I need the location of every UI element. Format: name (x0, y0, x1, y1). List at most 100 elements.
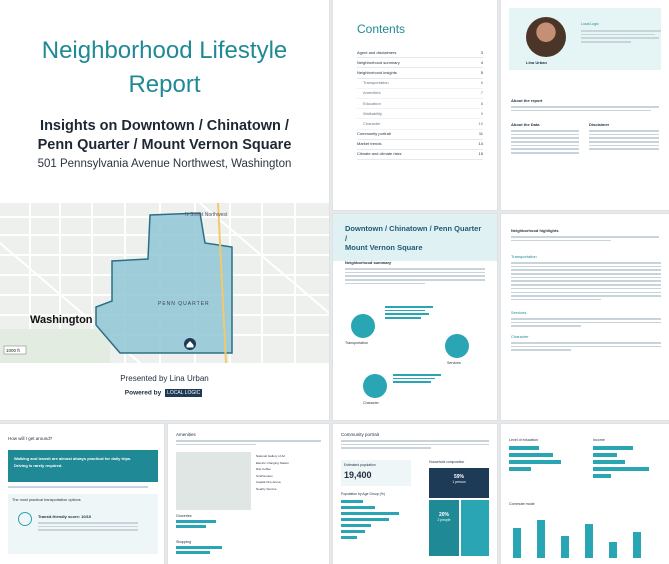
amenity-item: Smithsonian (256, 473, 273, 478)
agent-avatar (526, 17, 566, 57)
toc-subitem[interactable]: Education 8 (357, 99, 483, 110)
options-title: The most practical transportation option… (12, 498, 81, 502)
toc-subitem[interactable]: Transportation 6 (357, 79, 483, 89)
highlights-page: Neighborhood highlights Transportation S… (501, 214, 669, 420)
income-title: Income (593, 438, 605, 442)
agent-card: Lina Urban Local Logic (509, 8, 661, 70)
transport-title: How will I get around? (8, 436, 53, 441)
about-data-title: About the Data (511, 122, 540, 127)
transportation-icon (351, 314, 375, 338)
score-bars (385, 306, 433, 321)
commute-bar (537, 520, 545, 558)
tile-1-label: 1 person (452, 480, 466, 484)
age-bar (341, 512, 399, 515)
age-bar (341, 518, 389, 521)
household-tile-3 (461, 500, 489, 556)
household-tile-1: 59% 1 person (429, 468, 489, 498)
powered-by-label: Powered by (124, 389, 162, 397)
toc-page: 11 (478, 131, 483, 137)
transit-score: Transit-friendly score: 10/10 (38, 514, 92, 519)
neighborhood-title-1: Downtown / Chinatown / Penn Quarter / (345, 224, 482, 243)
amenities-page: Amenities National Gallery of Art Electr… (168, 424, 329, 564)
icon-label-transportation: Transportation (345, 341, 369, 345)
commute-bar (585, 524, 593, 558)
income-bar (593, 467, 649, 471)
icon-label-character: Character (363, 401, 379, 405)
toc-item[interactable]: Market trends 14 (357, 140, 483, 150)
toc-page: 10 (478, 120, 483, 126)
transport-banner: Walking and transit are almost always pr… (8, 450, 158, 482)
toc-subitem[interactable]: Amenities 7 (357, 89, 483, 99)
agent-name: Lina Urban (526, 60, 547, 65)
toc-label: Character (363, 120, 381, 126)
neighborhood-title: Downtown / Chinatown / Penn Quarter / Mo… (333, 214, 497, 261)
commute-bar (561, 536, 569, 558)
toc-subitem[interactable]: Character 10 (357, 119, 483, 130)
title-line-2: Report (128, 71, 201, 98)
groceries-bar (176, 520, 216, 523)
toc-page: 6 (480, 80, 483, 86)
transport-lines (8, 486, 148, 490)
highlights-title: Neighborhood highlights (511, 228, 559, 233)
toc-page: 5 (480, 69, 483, 75)
tile-2-label: 2 people (437, 518, 451, 522)
commute-bar (609, 542, 617, 558)
amenities-list: National Gallery of Art Electric Chargin… (256, 454, 322, 493)
community-intro (341, 440, 489, 451)
income-bar (593, 453, 617, 457)
about-report-title: About the report (511, 98, 543, 103)
penn-quarter-label: PENN QUARTER (158, 301, 210, 307)
toc-item[interactable]: Climate and climate risks 15 (357, 150, 483, 161)
about-lines (511, 106, 659, 113)
toc-page: 8 (480, 100, 483, 106)
agent-company: Local Logic (581, 22, 599, 26)
household-label: Household composition (429, 460, 465, 464)
toc-label: Agent and disclaimers (357, 49, 397, 55)
amenities-map[interactable] (176, 452, 251, 510)
neighborhood-map[interactable]: N Street Northwest PENN QUARTER Washingt… (0, 202, 329, 364)
amenities-intro (176, 440, 321, 447)
income-bar (593, 460, 625, 464)
amenity-item: Capital One Arena (256, 480, 281, 484)
toc-subitem[interactable]: Walkability 9 (357, 109, 483, 120)
toc-item[interactable]: Neighborhood insights 5 (357, 68, 483, 79)
report-title: Neighborhood Lifestyle Report (0, 34, 329, 102)
toc-page: 3 (480, 49, 483, 55)
walk-icon (18, 512, 32, 526)
age-bar (341, 500, 363, 503)
summary-lines (345, 268, 485, 286)
edu-bar (509, 446, 539, 450)
highlights-intro (511, 236, 659, 243)
map-scale: 1000 ft (6, 348, 21, 353)
agent-page: Lina Urban Local Logic About the report … (501, 0, 669, 210)
toc-page: 15 (478, 151, 483, 157)
population-value: 19,400 (344, 470, 372, 480)
contents-list: Agent and disclaimers 3 Neighborhood summ… (357, 48, 483, 161)
toc-item[interactable]: Agent and disclaimers 3 (357, 48, 483, 59)
disclaimer-lines (589, 130, 659, 152)
age-label: Population by Age Group (%) (341, 492, 385, 496)
score-bars-2 (393, 374, 441, 385)
toc-label: Neighborhood insights (357, 69, 397, 75)
groceries-label: Groceries (176, 514, 192, 518)
amenities-title: Amenities (176, 432, 196, 437)
map-svg: N Street Northwest PENN QUARTER Washingt… (0, 202, 329, 364)
neighborhood-title-2: Mount Vernon Square (345, 243, 423, 252)
toc-label: Market trends (357, 141, 382, 147)
toc-item[interactable]: Neighborhood summary 4 (357, 58, 483, 69)
toc-label: Climate and climate risks (357, 151, 402, 157)
banner-line-2: Driving is rarely required. (14, 463, 63, 468)
services-icon (445, 334, 469, 358)
commute-bar (633, 532, 641, 558)
shopping-bar (176, 546, 222, 549)
household-tile-2: 20% 2 people (429, 500, 459, 556)
toc-item[interactable]: Community portrait 11 (357, 130, 483, 140)
toc-label: Walkability (363, 110, 382, 116)
contents-title: Contents (357, 22, 406, 36)
powered-by: Powered by LOCAL LOGIC (0, 389, 329, 397)
banner-line-1: Walking and transit are almost always pr… (14, 456, 132, 461)
population-card: Estimated population 19,400 (341, 460, 411, 486)
options-card: The most practical transportation option… (8, 494, 158, 554)
icon-label-services: Services (447, 361, 461, 365)
population-label: Estimated population (344, 463, 376, 467)
